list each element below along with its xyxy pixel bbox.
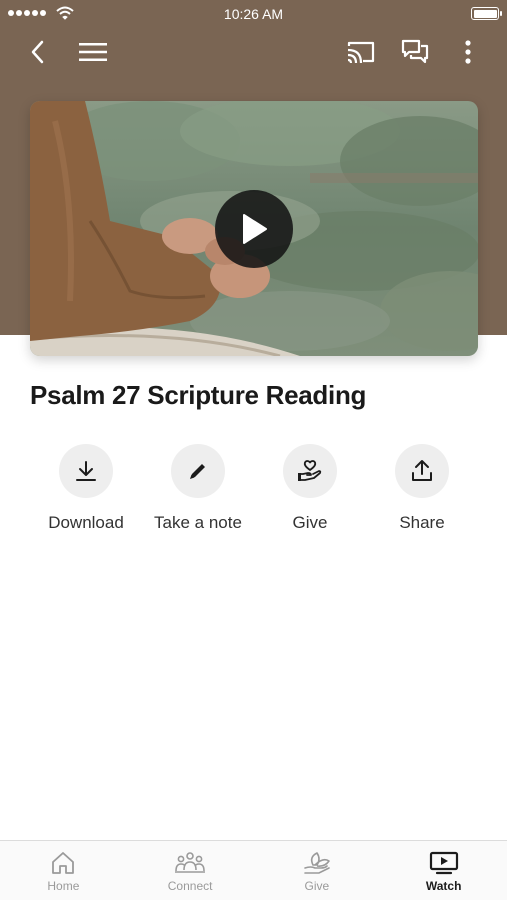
give-label: Give	[292, 513, 328, 532]
play-button[interactable]	[215, 190, 293, 268]
download-button[interactable]: Download	[30, 444, 142, 533]
download-icon	[76, 461, 96, 481]
tab-connect-label: Connect	[167, 879, 213, 893]
tab-home[interactable]: Home	[0, 841, 127, 900]
cast-icon	[347, 41, 375, 64]
tab-give-label: Give	[304, 879, 330, 893]
pencil-icon-circle	[171, 444, 225, 498]
back-button[interactable]	[20, 34, 56, 70]
chat-bubbles-icon	[401, 39, 429, 64]
hamburger-menu-icon	[79, 43, 107, 61]
home-icon	[52, 852, 75, 874]
chevron-left-icon	[31, 40, 44, 64]
take-note-button[interactable]: Take a note	[142, 444, 254, 533]
battery-icon	[471, 7, 502, 20]
share-button[interactable]: Share	[366, 444, 478, 533]
action-row: Download Take a note Give Share	[30, 444, 478, 544]
more-options-button[interactable]	[450, 34, 486, 70]
bottom-tab-bar: Home Connect Give Watch	[0, 840, 507, 900]
chat-button[interactable]	[397, 34, 433, 70]
cast-button[interactable]	[343, 34, 379, 70]
video-title: Psalm 27 Scripture Reading	[30, 380, 367, 410]
heart-hand-icon	[298, 460, 322, 481]
pencil-icon	[190, 464, 205, 479]
leaf-hand-icon	[304, 852, 330, 874]
video-player[interactable]	[30, 101, 478, 356]
tab-give[interactable]: Give	[254, 841, 381, 900]
status-bar: 10:26 AM	[0, 0, 507, 28]
tab-watch-label: Watch	[425, 879, 462, 893]
tv-play-icon	[429, 851, 458, 875]
share-icon	[412, 460, 432, 481]
play-icon	[243, 214, 267, 244]
people-icon	[175, 852, 206, 873]
tab-connect[interactable]: Connect	[127, 841, 254, 900]
give-button[interactable]: Give	[254, 444, 366, 533]
download-icon-circle	[59, 444, 113, 498]
app-screen: 10:26 AM Psalm 27 Scripture Reading Down…	[0, 0, 507, 900]
status-time: 10:26 AM	[223, 6, 284, 22]
share-icon-circle	[395, 444, 449, 498]
menu-button[interactable]	[75, 34, 111, 70]
more-vertical-icon	[465, 40, 471, 64]
download-label: Download	[48, 513, 124, 532]
give-icon-circle	[283, 444, 337, 498]
share-label: Share	[399, 513, 445, 532]
take-note-label: Take a note	[154, 513, 242, 532]
tab-watch[interactable]: Watch	[380, 841, 507, 900]
tab-home-label: Home	[47, 879, 80, 893]
